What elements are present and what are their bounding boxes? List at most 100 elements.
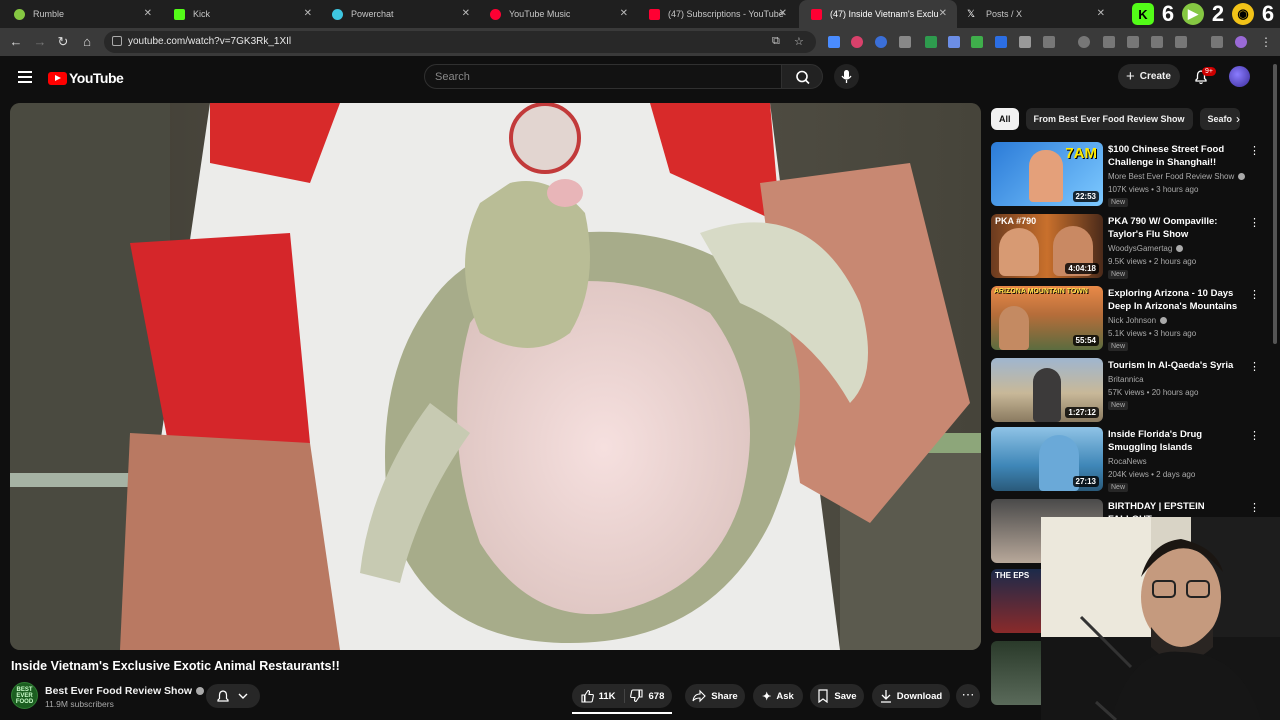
- video-thumbnail[interactable]: PKA #790 4:04:18: [991, 214, 1103, 278]
- close-icon[interactable]: ✕: [462, 8, 470, 19]
- like-button[interactable]: 11K: [580, 689, 625, 703]
- video-thumbnail[interactable]: 7AM 22:53: [991, 142, 1103, 206]
- tab-subscriptions[interactable]: (47) Subscriptions - YouTube ✕: [637, 0, 797, 28]
- voice-search-button[interactable]: [834, 64, 859, 89]
- more-vertical-icon[interactable]: ⋮: [1249, 216, 1260, 229]
- video-player[interactable]: [10, 103, 981, 650]
- youtube-logo[interactable]: YouTube: [48, 70, 124, 86]
- close-icon[interactable]: ✕: [304, 8, 312, 19]
- video-thumbnail[interactable]: 27:13: [991, 427, 1103, 491]
- more-horizontal-icon: ⋯: [961, 687, 975, 702]
- youtube-icon: [649, 8, 660, 20]
- close-icon[interactable]: ✕: [620, 8, 628, 19]
- code-icon[interactable]: [1127, 36, 1139, 48]
- extension-icon[interactable]: [1103, 36, 1115, 48]
- tab-current-video[interactable]: (47) Inside Vietnam's Exclusive E ✕: [799, 0, 957, 28]
- extension-icon[interactable]: [875, 36, 887, 48]
- extension-icon[interactable]: [948, 36, 960, 48]
- more-vertical-icon[interactable]: ⋮: [1249, 501, 1260, 514]
- sidebar-icon[interactable]: [1151, 36, 1163, 48]
- recommendation-title[interactable]: Inside Florida's Drug Smuggling Islands: [1108, 428, 1248, 454]
- close-icon[interactable]: ✕: [939, 8, 947, 19]
- dislike-button[interactable]: 678: [629, 689, 664, 703]
- recommendation-item[interactable]: PKA #790 4:04:18 PKA 790 W/ Oompaville: …: [991, 214, 1271, 280]
- extension-icon[interactable]: [925, 36, 937, 48]
- subscribed-notification-button[interactable]: [206, 684, 260, 708]
- extension-icon[interactable]: [971, 36, 983, 48]
- reading-list-icon[interactable]: [1211, 36, 1223, 48]
- extension-icon[interactable]: [995, 36, 1007, 48]
- search-button[interactable]: [781, 64, 823, 89]
- rumble-extension-icon[interactable]: ▶: [1182, 3, 1204, 25]
- extension-icon[interactable]: [851, 36, 863, 48]
- chip-seafood[interactable]: Seafo: [1199, 108, 1240, 130]
- tab-kick[interactable]: Kick ✕: [162, 0, 322, 28]
- tab-youtube-music[interactable]: YouTube Music ✕: [478, 0, 638, 28]
- scrollbar-thumb[interactable]: [1273, 64, 1277, 344]
- recommendation-channel[interactable]: Britannica: [1108, 375, 1144, 384]
- user-avatar[interactable]: [1229, 66, 1250, 87]
- history-icon[interactable]: [1078, 36, 1090, 48]
- search-input[interactable]: Search: [424, 64, 782, 89]
- tab-rumble[interactable]: Rumble ✕: [2, 0, 162, 28]
- chip-from-channel[interactable]: From Best Ever Food Review Show: [1025, 108, 1193, 130]
- recommendation-item[interactable]: ARIZONA MOUNTAIN TOWN 55:54 Exploring Ar…: [991, 286, 1271, 352]
- back-icon[interactable]: ←: [8, 34, 24, 50]
- recommendation-channel-row[interactable]: More Best Ever Food Review Show: [1108, 172, 1246, 181]
- create-label: Create: [1139, 71, 1171, 82]
- recommendation-title[interactable]: Tourism In Al-Qaeda's Syria: [1108, 359, 1248, 372]
- recommendation-item[interactable]: 7AM 22:53 $100 Chinese Street Food Chall…: [991, 142, 1271, 208]
- tab-x-posts[interactable]: 𝕏 Posts / X ✕: [955, 0, 1115, 28]
- close-icon[interactable]: ✕: [779, 8, 787, 19]
- site-info-icon[interactable]: [112, 36, 122, 46]
- recommendation-channel-row[interactable]: Nick Johnson: [1108, 316, 1168, 325]
- save-button[interactable]: Save: [810, 684, 864, 708]
- browser-menu-icon[interactable]: ⋮: [1258, 34, 1274, 50]
- recommendation-channel-row[interactable]: WoodysGamertag: [1108, 244, 1184, 253]
- more-vertical-icon[interactable]: ⋮: [1249, 288, 1260, 301]
- home-icon[interactable]: ⌂: [79, 34, 95, 50]
- download-button[interactable]: Download: [872, 684, 950, 708]
- tab-powerchat[interactable]: Powerchat ✕: [320, 0, 480, 28]
- forward-icon[interactable]: →: [32, 34, 48, 50]
- profile-icon[interactable]: [1235, 36, 1247, 48]
- thumbs-down-icon: [629, 689, 643, 703]
- reload-icon[interactable]: ↻: [55, 34, 71, 50]
- chip-all[interactable]: All: [991, 108, 1019, 130]
- recommendation-title[interactable]: Exploring Arizona - 10 Days Deep In Ariz…: [1108, 287, 1248, 313]
- extensions-puzzle-icon[interactable]: [1043, 36, 1055, 48]
- more-vertical-icon[interactable]: ⋮: [1249, 360, 1260, 373]
- kick-extension-icon[interactable]: K: [1132, 3, 1154, 25]
- menu-icon[interactable]: [18, 71, 32, 83]
- close-icon[interactable]: ✕: [1097, 8, 1105, 19]
- x-icon: 𝕏: [967, 8, 976, 20]
- new-badge: New: [1108, 483, 1129, 492]
- install-app-icon[interactable]: ⧉: [772, 35, 780, 48]
- bookmark-star-icon[interactable]: ☆: [794, 35, 804, 48]
- channel-name-row[interactable]: Best Ever Food Review Show: [45, 685, 205, 697]
- duration-badge: 1:27:12: [1065, 407, 1099, 418]
- url-field[interactable]: youtube.com/watch?v=7GK3Rk_1XIl ⧉ ☆: [104, 31, 816, 53]
- channel-avatar[interactable]: BEST EVER FOOD: [11, 682, 38, 709]
- more-vertical-icon[interactable]: ⋮: [1249, 429, 1260, 442]
- recommendation-item[interactable]: 1:27:12 Tourism In Al-Qaeda's Syria Brit…: [991, 358, 1271, 424]
- recommendation-title[interactable]: $100 Chinese Street Food Challenge in Sh…: [1108, 143, 1248, 169]
- more-vertical-icon[interactable]: ⋮: [1249, 144, 1260, 157]
- more-actions-button[interactable]: ⋯: [956, 684, 980, 708]
- recommendation-channel[interactable]: RocaNews: [1108, 457, 1147, 466]
- extension-icon[interactable]: [1175, 36, 1187, 48]
- ask-button[interactable]: ✦ Ask: [753, 684, 803, 708]
- share-button[interactable]: Share: [685, 684, 745, 708]
- extension-icon[interactable]: [899, 36, 911, 48]
- recommendation-item[interactable]: 27:13 Inside Florida's Drug Smuggling Is…: [991, 427, 1271, 493]
- tab-label: Rumble: [33, 9, 65, 19]
- recommendation-title[interactable]: PKA 790 W/ Oompaville: Taylor's Flu Show: [1108, 215, 1248, 241]
- video-thumbnail[interactable]: 1:27:12: [991, 358, 1103, 422]
- video-thumbnail[interactable]: ARIZONA MOUNTAIN TOWN 55:54: [991, 286, 1103, 350]
- create-button[interactable]: + Create: [1118, 64, 1180, 89]
- close-icon[interactable]: ✕: [144, 8, 152, 19]
- chevron-right-icon[interactable]: ›: [1236, 112, 1240, 126]
- extension-icon[interactable]: [1019, 36, 1031, 48]
- extension-icon[interactable]: [828, 36, 840, 48]
- mask-extension-icon[interactable]: ◉: [1232, 3, 1254, 25]
